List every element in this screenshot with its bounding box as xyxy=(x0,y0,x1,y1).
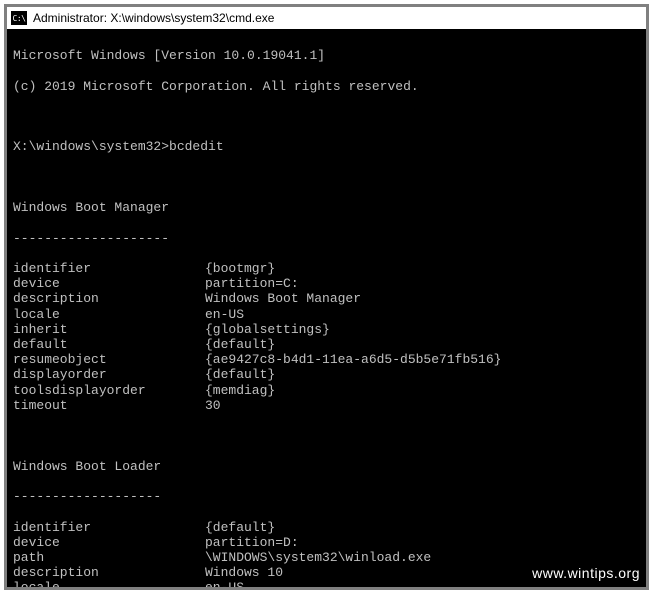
cmd-icon: C:\ xyxy=(11,11,27,25)
kv-row: toolsdisplayorder{memdiag} xyxy=(13,383,640,398)
kv-row: localeen-US xyxy=(13,307,640,322)
terminal-output[interactable]: Microsoft Windows [Version 10.0.19041.1]… xyxy=(7,29,646,587)
kv-row: identifier{bootmgr} xyxy=(13,261,640,276)
kv-key: resumeobject xyxy=(13,352,205,367)
kv-row: timeout30 xyxy=(13,398,640,413)
section2-title: Windows Boot Loader xyxy=(13,459,640,474)
kv-value: 30 xyxy=(205,398,640,413)
kv-row: identifier{default} xyxy=(13,520,640,535)
section1-divider: -------------------- xyxy=(13,231,640,246)
kv-key: identifier xyxy=(13,520,205,535)
blank xyxy=(13,428,640,443)
kv-value: en-US xyxy=(205,580,640,590)
kv-value: {bootmgr} xyxy=(205,261,640,276)
kv-value: {ae9427c8-b4d1-11ea-a6d5-d5b5e71fb516} xyxy=(205,352,640,367)
kv-value: \WINDOWS\system32\winload.exe xyxy=(205,550,640,565)
kv-key: default xyxy=(13,337,205,352)
kv-key: locale xyxy=(13,580,205,590)
kv-row: inherit{globalsettings} xyxy=(13,322,640,337)
kv-row: devicepartition=D: xyxy=(13,535,640,550)
section1-title: Windows Boot Manager xyxy=(13,200,640,215)
kv-value: {default} xyxy=(205,367,640,382)
kv-row: path\WINDOWS\system32\winload.exe xyxy=(13,550,640,565)
kv-value: partition=D: xyxy=(205,535,640,550)
kv-key: displayorder xyxy=(13,367,205,382)
kv-key: timeout xyxy=(13,398,205,413)
kv-row: resumeobject{ae9427c8-b4d1-11ea-a6d5-d5b… xyxy=(13,352,640,367)
kv-key: path xyxy=(13,550,205,565)
kv-row: default{default} xyxy=(13,337,640,352)
kv-row: devicepartition=C: xyxy=(13,276,640,291)
kv-value: {memdiag} xyxy=(205,383,640,398)
prompt-line-1: X:\windows\system32>bcdedit xyxy=(13,139,640,154)
kv-value: partition=C: xyxy=(205,276,640,291)
kv-key: inherit xyxy=(13,322,205,337)
kv-key: description xyxy=(13,565,205,580)
kv-row: displayorder{default} xyxy=(13,367,640,382)
kv-key: identifier xyxy=(13,261,205,276)
section2-divider: ------------------- xyxy=(13,489,640,504)
kv-key: device xyxy=(13,276,205,291)
header-line-2: (c) 2019 Microsoft Corporation. All righ… xyxy=(13,79,640,94)
kv-row: descriptionWindows Boot Manager xyxy=(13,291,640,306)
kv-key: locale xyxy=(13,307,205,322)
titlebar[interactable]: C:\ Administrator: X:\windows\system32\c… xyxy=(7,7,646,29)
kv-value: en-US xyxy=(205,307,640,322)
blank xyxy=(13,170,640,185)
cmd-window: C:\ Administrator: X:\windows\system32\c… xyxy=(4,4,649,590)
header-line-1: Microsoft Windows [Version 10.0.19041.1] xyxy=(13,48,640,63)
kv-row: localeen-US xyxy=(13,580,640,590)
prompt-path: X:\windows\system32> xyxy=(13,139,169,154)
kv-key: description xyxy=(13,291,205,306)
prompt-command: bcdedit xyxy=(169,139,224,154)
kv-value: {globalsettings} xyxy=(205,322,640,337)
kv-key: device xyxy=(13,535,205,550)
blank xyxy=(13,109,640,124)
window-title: Administrator: X:\windows\system32\cmd.e… xyxy=(33,11,274,25)
kv-key: toolsdisplayorder xyxy=(13,383,205,398)
watermark: www.wintips.org xyxy=(532,566,640,581)
kv-value: {default} xyxy=(205,520,640,535)
kv-value: {default} xyxy=(205,337,640,352)
kv-value: Windows Boot Manager xyxy=(205,291,640,306)
